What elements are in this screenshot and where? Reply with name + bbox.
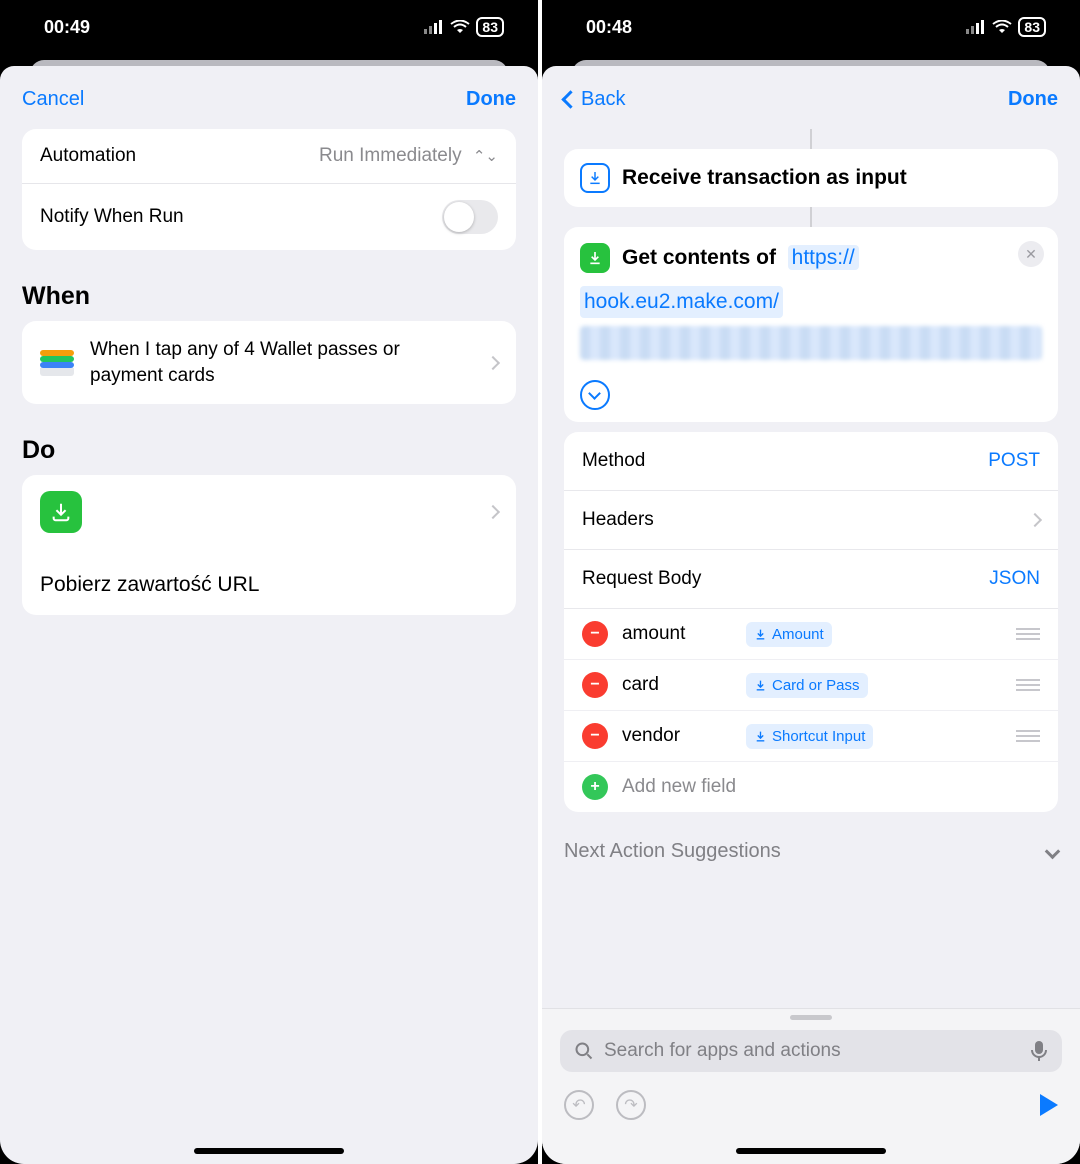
- notify-toggle[interactable]: [442, 200, 498, 234]
- body-type-row[interactable]: Request Body JSON: [564, 550, 1058, 609]
- field-value-token[interactable]: Shortcut Input: [746, 724, 873, 749]
- up-down-icon: ⌃⌄: [473, 148, 498, 165]
- field-value-token[interactable]: Card or Pass: [746, 673, 868, 698]
- field-key[interactable]: amount: [622, 623, 732, 645]
- search-placeholder: Search for apps and actions: [604, 1040, 1020, 1062]
- status-bar: 00:48 83: [542, 0, 1080, 54]
- body-field-row[interactable]: − card Card or Pass: [564, 659, 1058, 710]
- next-suggestions-label: Next Action Suggestions: [564, 840, 781, 863]
- home-indicator: [736, 1148, 886, 1154]
- chevron-right-icon: [1028, 513, 1042, 527]
- microphone-icon[interactable]: [1030, 1040, 1048, 1062]
- signal-icon: [966, 20, 986, 34]
- shortcut-input-icon: [580, 163, 610, 193]
- sheet-background: [542, 54, 1080, 66]
- wifi-icon: [992, 20, 1012, 34]
- search-input[interactable]: Search for apps and actions: [560, 1030, 1062, 1072]
- chevron-down-icon: [1045, 844, 1061, 860]
- redo-button[interactable]: ↷: [616, 1090, 646, 1120]
- field-value-token[interactable]: Amount: [746, 622, 832, 647]
- home-indicator: [194, 1148, 344, 1154]
- done-button[interactable]: Done: [466, 88, 516, 111]
- bottom-sheet: Search for apps and actions ↶ ↷: [542, 1008, 1080, 1164]
- automation-row[interactable]: Automation Run Immediately ⌃⌄: [22, 129, 516, 183]
- input-step[interactable]: Receive transaction as input: [564, 149, 1058, 207]
- do-title: Do: [22, 436, 516, 465]
- url-part-1[interactable]: https://: [788, 245, 859, 270]
- add-field-row[interactable]: + Add new field: [564, 761, 1058, 812]
- battery-badge: 83: [1018, 17, 1046, 37]
- method-label: Method: [582, 450, 645, 472]
- method-row[interactable]: Method POST: [564, 432, 1058, 491]
- battery-badge: 83: [476, 17, 504, 37]
- next-suggestions-row[interactable]: Next Action Suggestions: [542, 812, 1080, 871]
- url-part-2[interactable]: hook.eu2.make.com/: [580, 286, 783, 318]
- body-value: JSON: [989, 568, 1040, 590]
- chevron-down-icon: [589, 387, 602, 400]
- left-screenshot: 00:49 83 Cancel Done Automation Run Imme…: [0, 0, 538, 1164]
- body-field-row[interactable]: − vendor Shortcut Input: [564, 710, 1058, 761]
- undo-button[interactable]: ↶: [564, 1090, 594, 1120]
- status-time: 00:48: [586, 17, 632, 38]
- reorder-handle[interactable]: [1016, 628, 1040, 640]
- status-bar: 00:49 83: [0, 0, 538, 54]
- action-row[interactable]: Pobierz zawartość URL: [22, 475, 516, 615]
- add-field-label: Add new field: [622, 776, 736, 798]
- automation-settings-card: Automation Run Immediately ⌃⌄ Notify Whe…: [22, 129, 516, 250]
- notify-label: Notify When Run: [40, 206, 184, 228]
- run-button[interactable]: [1040, 1094, 1058, 1116]
- redacted-url-segment: [580, 326, 1042, 360]
- right-screenshot: 00:48 83 Back Done Receive transaction a…: [542, 0, 1080, 1164]
- when-title: When: [22, 282, 516, 311]
- field-key[interactable]: vendor: [622, 725, 732, 747]
- status-time: 00:49: [44, 17, 90, 38]
- cancel-button[interactable]: Cancel: [22, 88, 84, 111]
- chevron-right-icon: [486, 505, 500, 519]
- headers-row[interactable]: Headers: [564, 491, 1058, 550]
- chevron-left-icon: [561, 90, 579, 108]
- download-icon: [40, 491, 82, 533]
- flow-connector: [810, 207, 812, 227]
- back-button[interactable]: Back: [564, 88, 625, 111]
- reorder-handle[interactable]: [1016, 679, 1040, 691]
- flow-connector: [810, 129, 812, 149]
- action-title: Pobierz zawartość URL: [40, 565, 259, 611]
- automation-value: Run Immediately: [319, 145, 462, 166]
- reorder-handle[interactable]: [1016, 730, 1040, 742]
- back-label: Back: [581, 88, 625, 111]
- expand-options-button[interactable]: [580, 380, 610, 410]
- automation-label: Automation: [40, 145, 136, 167]
- input-step-text: Receive transaction as input: [622, 163, 907, 193]
- done-button[interactable]: Done: [1008, 88, 1058, 111]
- notify-row[interactable]: Notify When Run: [22, 183, 516, 250]
- wallet-icon: [40, 350, 74, 376]
- chevron-right-icon: [486, 356, 500, 370]
- get-contents-step[interactable]: ✕ Get contents of https:// hook.eu2.make…: [564, 227, 1058, 422]
- add-field-button[interactable]: +: [582, 774, 608, 800]
- request-panel: Method POST Headers Request Body JSON − …: [564, 432, 1058, 812]
- remove-field-button[interactable]: −: [582, 723, 608, 749]
- signal-icon: [424, 20, 444, 34]
- download-icon: [580, 243, 610, 273]
- headers-label: Headers: [582, 509, 654, 531]
- remove-field-button[interactable]: −: [582, 672, 608, 698]
- drag-handle[interactable]: [790, 1015, 832, 1020]
- body-field-row[interactable]: − amount Amount: [564, 609, 1058, 659]
- trigger-text: When I tap any of 4 Wallet passes or pay…: [90, 337, 472, 388]
- remove-field-button[interactable]: −: [582, 621, 608, 647]
- trigger-row[interactable]: When I tap any of 4 Wallet passes or pay…: [22, 321, 516, 404]
- field-key[interactable]: card: [622, 674, 732, 696]
- wifi-icon: [450, 20, 470, 34]
- body-label: Request Body: [582, 568, 701, 590]
- method-value: POST: [988, 450, 1040, 472]
- get-contents-label: Get contents of: [622, 246, 776, 269]
- sheet-background: [0, 54, 538, 66]
- search-icon: [574, 1041, 594, 1061]
